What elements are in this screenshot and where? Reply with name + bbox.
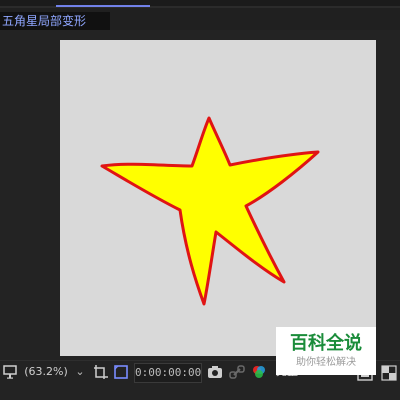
app-window: 五角星局部变形 (63.2%) ⌄ 0:00:00:00 百科全说 助你轻松解决 [0, 0, 400, 400]
zoom-dropdown[interactable]: ⌄ [74, 363, 86, 381]
color-channels-icon [253, 366, 265, 378]
channels-button[interactable] [250, 363, 268, 381]
link-icon [229, 365, 245, 379]
watermark-badge: 百科全说 助你轻松解决 [276, 327, 376, 375]
region-button[interactable] [92, 363, 110, 381]
composition-tab[interactable]: 五角星局部变形 [0, 12, 110, 30]
snapshot-button[interactable] [206, 363, 224, 381]
transparency-grid-icon [114, 365, 128, 379]
watermark-subtitle: 助你轻松解决 [296, 357, 356, 368]
composition-canvas[interactable] [60, 40, 376, 356]
camera-icon [208, 366, 222, 378]
chevron-down-icon: ⌄ [75, 365, 85, 378]
region-icon [94, 365, 108, 379]
show-snapshot-button[interactable] [228, 363, 246, 381]
zoom-level[interactable]: (63.2%) [18, 363, 74, 381]
timecode-field[interactable]: 0:00:00:00 [134, 363, 202, 383]
zoom-value: (63.2%) [24, 365, 68, 378]
active-tab-indicator [56, 5, 150, 7]
checkerboard-icon [381, 365, 397, 381]
watermark-title: 百科全说 [290, 333, 362, 354]
timecode-value: 0:00:00:00 [135, 366, 202, 379]
composition-tab-label: 五角星局部变形 [2, 14, 87, 28]
transparency-grid-button[interactable] [112, 363, 130, 381]
checkerboard-button[interactable] [380, 364, 398, 381]
monitor-button[interactable] [2, 363, 17, 381]
